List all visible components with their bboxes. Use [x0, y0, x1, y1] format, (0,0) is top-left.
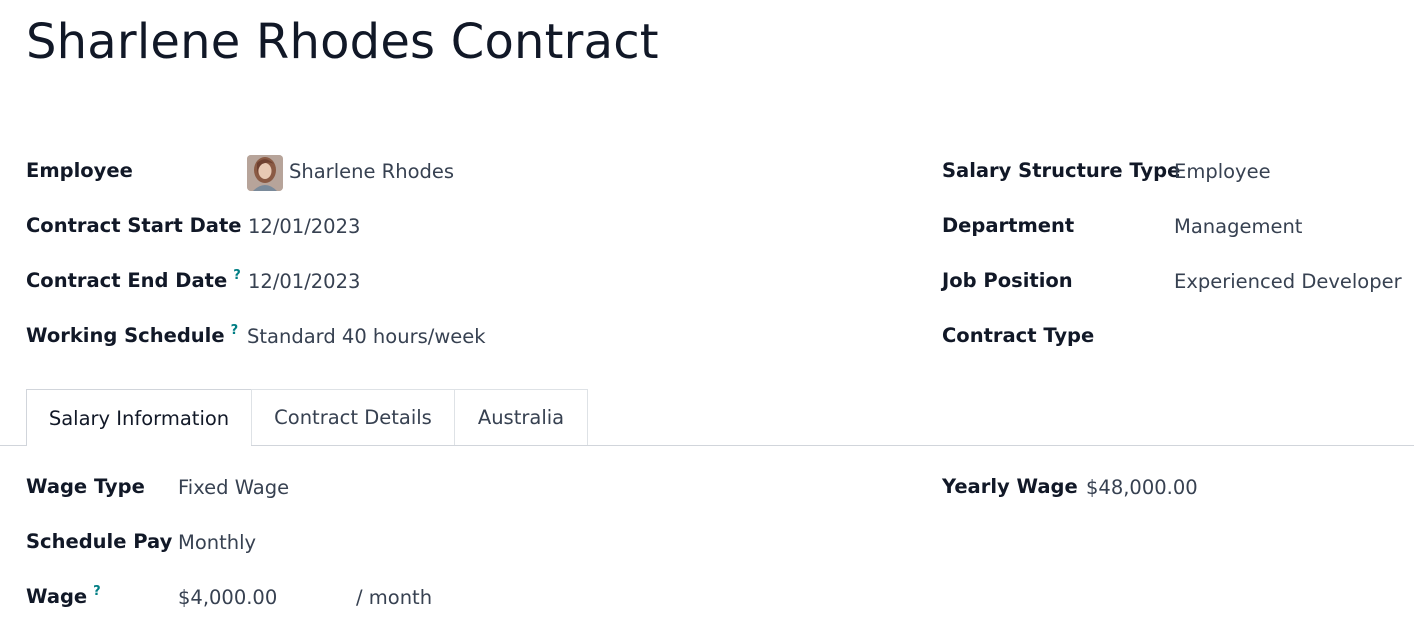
- salary-structure-type-value[interactable]: Employee: [1174, 158, 1271, 186]
- tab-australia[interactable]: Australia: [454, 389, 588, 445]
- schedule-pay-value[interactable]: Monthly: [178, 529, 256, 557]
- job-position-label: Job Position: [942, 269, 1073, 292]
- working-schedule-value[interactable]: Standard 40 hours/week: [247, 323, 486, 351]
- contract-end-date-label: Contract End Date?: [26, 267, 241, 298]
- yearly-wage-label: Yearly Wage: [942, 475, 1078, 498]
- wage-type-label: Wage Type: [26, 475, 145, 498]
- wage-value[interactable]: $4,000.00: [178, 584, 277, 612]
- schedule-pay-label: Schedule Pay: [26, 530, 173, 553]
- yearly-wage-value[interactable]: $48,000.00: [1086, 474, 1198, 502]
- employee-value[interactable]: Sharlene Rhodes: [289, 158, 454, 186]
- salary-structure-type-label: Salary Structure Type: [942, 159, 1181, 182]
- tab-salary-information[interactable]: Salary Information: [26, 389, 252, 446]
- wage-unit: / month: [356, 586, 433, 609]
- contract-end-date-label-text: Contract End Date: [26, 269, 228, 292]
- tab-contract-details[interactable]: Contract Details: [251, 389, 455, 445]
- help-icon[interactable]: ?: [233, 268, 241, 283]
- contract-start-date-value[interactable]: 12/01/2023: [248, 213, 360, 241]
- contract-end-date-value[interactable]: 12/01/2023: [248, 268, 360, 296]
- job-position-value[interactable]: Experienced Developer: [1174, 268, 1402, 296]
- contract-type-label: Contract Type: [942, 324, 1095, 347]
- department-value[interactable]: Management: [1174, 213, 1302, 241]
- working-schedule-label-text: Working Schedule: [26, 324, 225, 347]
- employee-label: Employee: [26, 159, 133, 182]
- help-icon[interactable]: ?: [93, 584, 101, 599]
- department-label: Department: [942, 214, 1075, 237]
- wage-label-text: Wage: [26, 585, 88, 608]
- employee-avatar-image: [247, 155, 283, 191]
- contract-start-date-label: Contract Start Date: [26, 214, 242, 237]
- wage-label: Wage?: [26, 583, 101, 614]
- working-schedule-label: Working Schedule?: [26, 322, 238, 353]
- help-icon[interactable]: ?: [231, 323, 239, 338]
- wage-type-value[interactable]: Fixed Wage: [178, 474, 289, 502]
- employee-avatar[interactable]: [247, 155, 283, 191]
- page-title: Sharlene Rhodes Contract: [26, 14, 659, 70]
